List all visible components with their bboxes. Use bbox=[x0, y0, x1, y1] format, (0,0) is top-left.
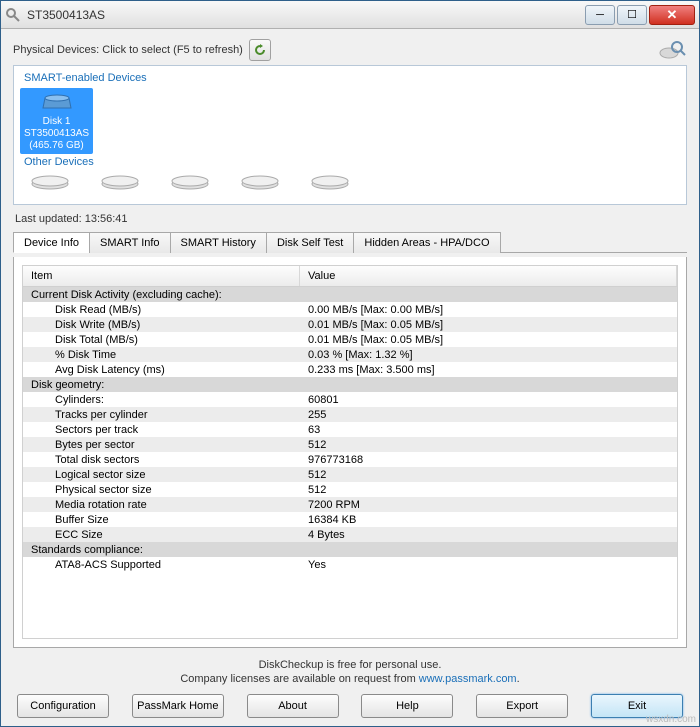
other-device-icon[interactable] bbox=[30, 172, 70, 190]
table-row: ATA8-ACS SupportedYes bbox=[23, 557, 677, 572]
table-row: Disk Write (MB/s)0.01 MB/s [Max: 0.05 MB… bbox=[23, 317, 677, 332]
table-row: % Disk Time0.03 % [Max: 1.32 %] bbox=[23, 347, 677, 362]
table-row: Standards compliance: bbox=[23, 542, 677, 557]
other-device-icon[interactable] bbox=[310, 172, 350, 190]
about-button[interactable]: About bbox=[247, 694, 339, 718]
table-row: Media rotation rate7200 RPM bbox=[23, 497, 677, 512]
other-device-icon[interactable] bbox=[240, 172, 280, 190]
grid-body[interactable]: Current Disk Activity (excluding cache):… bbox=[23, 287, 677, 638]
device-line2: ST3500413AS bbox=[24, 128, 89, 140]
other-device-icon[interactable] bbox=[100, 172, 140, 190]
table-row: Logical sector size512 bbox=[23, 467, 677, 482]
tab-smart-info[interactable]: SMART Info bbox=[89, 232, 171, 253]
tab-disk-self-test[interactable]: Disk Self Test bbox=[266, 232, 354, 253]
other-group-header: Other Devices bbox=[24, 156, 680, 168]
column-value[interactable]: Value bbox=[300, 266, 677, 286]
table-row: Avg Disk Latency (ms)0.233 ms [Max: 3.50… bbox=[23, 362, 677, 377]
app-icon bbox=[5, 7, 21, 23]
table-row: Cylinders:60801 bbox=[23, 392, 677, 407]
refresh-button[interactable] bbox=[249, 39, 271, 61]
table-row: Disk Total (MB/s)0.01 MB/s [Max: 0.05 MB… bbox=[23, 332, 677, 347]
table-row: Sectors per track63 bbox=[23, 422, 677, 437]
passmark-home-button[interactable]: PassMark Home bbox=[132, 694, 224, 718]
physical-devices-label: Physical Devices: Click to select (F5 to… bbox=[13, 44, 243, 56]
device-info-grid: Item Value Current Disk Activity (exclud… bbox=[22, 265, 678, 639]
table-row: Tracks per cylinder255 bbox=[23, 407, 677, 422]
tab-body: Item Value Current Disk Activity (exclud… bbox=[13, 257, 687, 648]
app-window: ST3500413AS ─ ☐ ✕ Physical Devices: Clic… bbox=[0, 0, 700, 727]
maximize-button[interactable]: ☐ bbox=[617, 5, 647, 25]
window-title: ST3500413AS bbox=[27, 8, 583, 22]
table-row: Disk geometry: bbox=[23, 377, 677, 392]
footer-line1: DiskCheckup is free for personal use. bbox=[13, 658, 687, 672]
table-row: Bytes per sector512 bbox=[23, 437, 677, 452]
last-updated-label: Last updated: 13:56:41 bbox=[15, 213, 687, 225]
table-row: Disk Read (MB/s)0.00 MB/s [Max: 0.00 MB/… bbox=[23, 302, 677, 317]
tab-smart-history[interactable]: SMART History bbox=[170, 232, 267, 253]
device-line1: Disk 1 bbox=[24, 116, 89, 128]
watermark: wsxdn.com bbox=[646, 714, 696, 725]
table-row: Current Disk Activity (excluding cache): bbox=[23, 287, 677, 302]
table-row: Physical sector size512 bbox=[23, 482, 677, 497]
tab-device-info[interactable]: Device Info bbox=[13, 232, 90, 253]
search-disk-icon[interactable] bbox=[659, 39, 687, 61]
device-line3: (465.76 GB) bbox=[24, 140, 89, 152]
passmark-link[interactable]: www.passmark.com bbox=[419, 673, 517, 685]
configuration-button[interactable]: Configuration bbox=[17, 694, 109, 718]
table-row: ECC Size4 Bytes bbox=[23, 527, 677, 542]
table-row: Buffer Size16384 KB bbox=[23, 512, 677, 527]
help-button[interactable]: Help bbox=[361, 694, 453, 718]
button-row: Configuration PassMark Home About Help E… bbox=[13, 690, 687, 718]
export-button[interactable]: Export bbox=[476, 694, 568, 718]
tab-strip: Device Info SMART Info SMART History Dis… bbox=[13, 231, 687, 253]
table-row: Total disk sectors976773168 bbox=[23, 452, 677, 467]
other-device-icon[interactable] bbox=[170, 172, 210, 190]
smart-group-header: SMART-enabled Devices bbox=[24, 72, 680, 84]
titlebar: ST3500413AS ─ ☐ ✕ bbox=[1, 1, 699, 29]
close-button[interactable]: ✕ bbox=[649, 5, 695, 25]
footer-line2: Company licenses are available on reques… bbox=[13, 672, 687, 686]
column-item[interactable]: Item bbox=[23, 266, 300, 286]
refresh-icon bbox=[253, 43, 267, 57]
minimize-button[interactable]: ─ bbox=[585, 5, 615, 25]
device-disk-1[interactable]: Disk 1 ST3500413AS (465.76 GB) bbox=[20, 88, 93, 154]
device-panel: SMART-enabled Devices Disk 1 ST3500413AS… bbox=[13, 65, 687, 205]
footer-text: DiskCheckup is free for personal use. Co… bbox=[13, 658, 687, 686]
tab-hidden-areas[interactable]: Hidden Areas - HPA/DCO bbox=[353, 232, 500, 253]
hdd-icon bbox=[41, 92, 73, 114]
